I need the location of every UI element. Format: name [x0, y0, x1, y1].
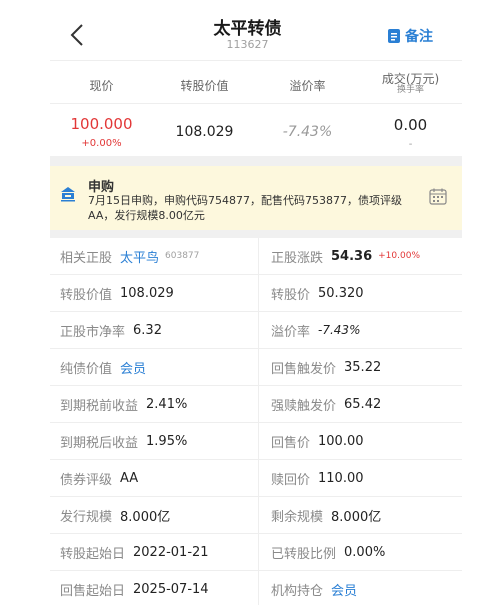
putback-trigger-value: 35.22 — [344, 359, 382, 375]
remaining-size-value: 8.000亿 — [331, 509, 382, 525]
stock-price: 54.36 — [331, 248, 373, 264]
stock-change-cell: 正股涨跌 54.36 +10.00% — [271, 238, 461, 274]
pb-value: 6.32 — [133, 322, 162, 338]
premium-value: -7.43% — [282, 124, 333, 140]
related-stock-link[interactable]: 太平鸟 — [120, 247, 159, 266]
putback-price-value: 100.00 — [318, 433, 364, 449]
conv-start-cell: 转股起始日 2022-01-21 — [60, 534, 256, 570]
redeem-price-label: 赎回价 — [271, 472, 311, 488]
bond-value-member-link[interactable]: 会员 — [120, 358, 146, 377]
volume-column: 成交(万元) 换手率 0.00 - — [359, 61, 462, 157]
note-button[interactable]: 备注 — [388, 26, 433, 46]
stock-change-pct: +10.00% — [378, 251, 420, 261]
detail-row: 到期税前收益 2.41% 强赎触发价 65.42 — [50, 386, 462, 423]
redeem-price-value: 110.00 — [318, 470, 364, 486]
converted-ratio-label: 已转股比例 — [271, 546, 337, 562]
pb-label: 正股市净率 — [60, 324, 126, 340]
conv-start-value: 2022-01-21 — [133, 544, 209, 560]
conv-price-label: 转股价 — [271, 287, 311, 303]
price-header: 现价 — [89, 79, 114, 93]
detail-row: 到期税后收益 1.95% 回售价 100.00 — [50, 423, 462, 460]
conv-start-label: 转股起始日 — [60, 546, 126, 562]
conv-value: 108.029 — [120, 285, 174, 301]
putback-trigger-label: 回售触发价 — [271, 361, 337, 377]
banner-text: 7月15日申购，申购代码754877，配售代码753877，债项评级AA，发行规… — [88, 194, 402, 222]
ytm-pre-value: 2.41% — [146, 396, 188, 412]
related-stock-cell[interactable]: 相关正股 太平鸟 603877 — [60, 238, 256, 274]
remaining-size-cell: 剩余规模 8.000亿 — [271, 497, 461, 533]
price-value: 100.000 — [70, 115, 133, 133]
premium-label: 溢价率 — [271, 324, 311, 340]
bond-value-cell: 纯债价值 会员 — [60, 349, 256, 385]
price-column: 现价 100.000 +0.00% — [50, 61, 153, 157]
force-redeem-label: 强赎触发价 — [271, 398, 337, 414]
putback-start-label: 回售起始日 — [60, 583, 126, 599]
detail-row: 债券评级 AA 赎回价 110.00 — [50, 460, 462, 497]
putback-trigger-cell: 回售触发价 35.22 — [271, 349, 461, 385]
divider — [50, 103, 462, 104]
putback-price-label: 回售价 — [271, 435, 311, 451]
pb-cell: 正股市净率 6.32 — [60, 312, 256, 348]
detail-row: 纯债价值 会员 回售触发价 35.22 — [50, 349, 462, 386]
conv-price-cell: 转股价 50.320 — [271, 275, 461, 311]
institution-label: 机构持仓 — [271, 583, 324, 599]
ytm-post-label: 到期税后收益 — [60, 435, 139, 451]
note-label: 备注 — [405, 29, 433, 45]
detail-grid: 相关正股 太平鸟 603877 正股涨跌 54.36 +10.00% 转股价值 … — [50, 238, 462, 605]
note-icon — [388, 29, 400, 43]
section-gap — [50, 230, 462, 238]
turnover-value: - — [408, 139, 413, 150]
premium-column: 溢价率 -7.43% — [256, 61, 359, 157]
related-stock-label: 相关正股 — [60, 250, 113, 266]
bank-icon — [61, 187, 75, 202]
ytm-pre-cell: 到期税前收益 2.41% — [60, 386, 256, 422]
bond-value-label: 纯债价值 — [60, 361, 113, 377]
turnover-header: 换手率 — [396, 85, 424, 95]
stock-change-label: 正股涨跌 — [271, 250, 324, 266]
calendar-icon[interactable] — [429, 188, 447, 205]
detail-row: 转股价值 108.029 转股价 50.320 — [50, 275, 462, 312]
ytm-post-cell: 到期税后收益 1.95% — [60, 423, 256, 459]
converted-ratio-value: 0.00% — [344, 544, 386, 560]
putback-price-cell: 回售价 100.00 — [271, 423, 461, 459]
rating-label: 债券评级 — [60, 472, 113, 488]
issue-size-label: 发行规模 — [60, 509, 113, 525]
rating-value: AA — [120, 470, 139, 486]
conversion-value: 108.029 — [175, 124, 234, 140]
subscription-banner[interactable]: 申购 7月15日申购，申购代码754877，配售代码753877，债项评级AA，… — [50, 166, 462, 230]
quote-panel: 现价 100.000 +0.00% 转股价值 108.029 溢价率 -7.43… — [50, 60, 462, 156]
conv-value-label: 转股价值 — [60, 287, 113, 303]
premium-cell: 溢价率 -7.43% — [271, 312, 461, 348]
related-stock-code: 603877 — [165, 251, 200, 261]
putback-start-cell: 回售起始日 2025-07-14 — [60, 571, 256, 605]
institution-cell: 机构持仓 会员 — [271, 571, 461, 605]
rating-cell: 债券评级 AA — [60, 460, 256, 496]
conv-value-cell: 转股价值 108.029 — [60, 275, 256, 311]
issue-size-value: 8.000亿 — [120, 509, 171, 525]
detail-row: 发行规模 8.000亿 剩余规模 8.000亿 — [50, 497, 462, 534]
ytm-post-value: 1.95% — [146, 433, 188, 449]
issue-size-cell: 发行规模 8.000亿 — [60, 497, 256, 533]
section-gap — [50, 156, 462, 166]
detail-row: 转股起始日 2022-01-21 已转股比例 0.00% — [50, 534, 462, 571]
detail-row: 相关正股 太平鸟 603877 正股涨跌 54.36 +10.00% — [50, 238, 462, 275]
volume-value: 0.00 — [393, 116, 428, 134]
detail-row: 正股市净率 6.32 溢价率 -7.43% — [50, 312, 462, 349]
conversion-value-column: 转股价值 108.029 — [153, 61, 256, 157]
ytm-pre-label: 到期税前收益 — [60, 398, 139, 414]
price-change: +0.00% — [81, 138, 122, 149]
force-redeem-cell: 强赎触发价 65.42 — [271, 386, 461, 422]
detail-row: 回售起始日 2025-07-14 机构持仓 会员 — [50, 571, 462, 605]
converted-ratio-cell: 已转股比例 0.00% — [271, 534, 461, 570]
nav-header: 太平转债 113627 备注 — [0, 0, 495, 58]
remaining-size-label: 剩余规模 — [271, 509, 324, 525]
conversion-value-header: 转股价值 — [180, 79, 229, 93]
redeem-price-cell: 赎回价 110.00 — [271, 460, 461, 496]
premium-header: 溢价率 — [289, 79, 326, 93]
premium-detail-value: -7.43% — [318, 323, 361, 337]
putback-start-value: 2025-07-14 — [133, 581, 209, 597]
conv-price: 50.320 — [318, 285, 364, 301]
force-redeem-value: 65.42 — [344, 396, 382, 412]
institution-member-link[interactable]: 会员 — [331, 580, 357, 599]
